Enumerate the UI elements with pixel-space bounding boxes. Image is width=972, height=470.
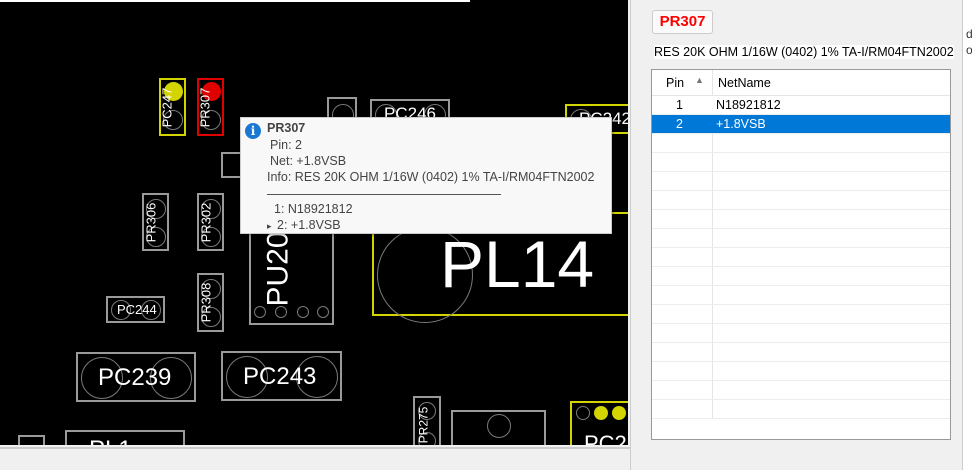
component-pc24[interactable]: PC24 [570, 401, 628, 445]
empty-row [652, 191, 950, 210]
empty-row [652, 134, 950, 153]
component-label: PL1 [89, 436, 132, 445]
empty-row [652, 343, 950, 362]
empty-row [652, 362, 950, 381]
component-pr306[interactable]: PR306 [142, 193, 169, 251]
empty-row [652, 324, 950, 343]
component-label: PC244 [117, 302, 157, 317]
component[interactable] [18, 435, 45, 445]
column-label: Pin [666, 76, 685, 90]
tooltip-pin-2: 2: +1.8VSB [277, 218, 341, 232]
component-label: PC243 [243, 363, 317, 390]
pin-net-table[interactable]: Pin ▲ NetName 1 N18921812 2 +1.8VSB [651, 69, 951, 440]
clipped-text: d [966, 27, 972, 41]
tooltip-pin: Pin: 2 [270, 138, 302, 152]
component-label: PC239 [98, 364, 172, 391]
empty-row [652, 305, 950, 324]
component-pr302[interactable]: PR302 [197, 193, 224, 251]
component-pr275[interactable]: PR275 [413, 396, 441, 445]
sort-ascending-icon: ▲ [695, 75, 704, 85]
cell-pin: 1 [676, 98, 683, 112]
column-header-netname[interactable]: NetName [718, 76, 771, 90]
adjacent-panel-edge: d o [962, 0, 972, 470]
empty-row [652, 286, 950, 305]
tooltip-net: Net: +1.8VSB [270, 154, 347, 168]
component-label: PR307 [197, 87, 213, 128]
component-pr307[interactable]: PR307 [197, 78, 224, 136]
table-row-selected[interactable]: 2 +1.8VSB [652, 115, 950, 134]
info-icon: i [245, 123, 261, 139]
empty-row [652, 210, 950, 229]
refdes-badge: PR307 [652, 10, 713, 34]
table-header: Pin ▲ NetName [652, 70, 950, 96]
component-label: PR308 [198, 282, 214, 323]
component-label: PR275 [416, 406, 431, 444]
component-info-panel: PR307 RES 20K OHM 1/16W (0402) 1% TA-I/R… [630, 0, 962, 470]
tooltip-divider [267, 194, 501, 195]
status-bar [0, 447, 630, 470]
component-pr308[interactable]: PR308 [197, 273, 224, 332]
component-pl1[interactable]: PL1 [65, 430, 185, 445]
component-label: PR302 [198, 202, 214, 243]
cell-pin: 2 [676, 117, 683, 131]
cell-netname: N18921812 [716, 98, 781, 112]
component-label: PL14 [440, 227, 595, 301]
table-row[interactable]: 1 N18921812 [652, 96, 950, 115]
current-pin-marker-icon: ▸ [267, 221, 272, 231]
tooltip-pin-1: 1: N18921812 [274, 202, 353, 216]
component-tooltip: i PR307 Pin: 2 Net: +1.8VSB Info: RES 20… [240, 117, 612, 234]
component-pc243[interactable]: PC243 [221, 351, 342, 401]
component-label: PC24 [584, 431, 628, 445]
clipped-text: o [966, 43, 972, 57]
component-label: PC247 [159, 87, 175, 128]
component-pc247[interactable]: PC247 [159, 78, 186, 136]
component-description: RES 20K OHM 1/16W (0402) 1% TA-I/RM04FTN… [654, 45, 954, 59]
component[interactable] [451, 410, 546, 445]
tooltip-info: Info: RES 20K OHM 1/16W (0402) 1% TA-I/R… [267, 170, 595, 184]
empty-row [652, 229, 950, 248]
cell-netname: +1.8VSB [716, 117, 766, 131]
column-header-pin[interactable]: Pin ▲ [652, 70, 713, 95]
empty-row [652, 381, 950, 400]
tooltip-title: PR307 [267, 121, 306, 135]
empty-row [652, 400, 950, 419]
ruler-line [0, 0, 470, 2]
empty-row [652, 248, 950, 267]
empty-row [652, 267, 950, 286]
component-label: PU20 [261, 231, 295, 307]
component-pc239[interactable]: PC239 [76, 352, 196, 402]
empty-row [652, 153, 950, 172]
component-pc244[interactable]: PC244 [106, 296, 165, 323]
empty-row [652, 172, 950, 191]
component-label: PR306 [143, 202, 159, 243]
empty-rows [652, 134, 950, 419]
pcb-canvas[interactable]: PC247 PR307 PC246 PC242 PR306 PR302 PR30… [0, 0, 628, 445]
